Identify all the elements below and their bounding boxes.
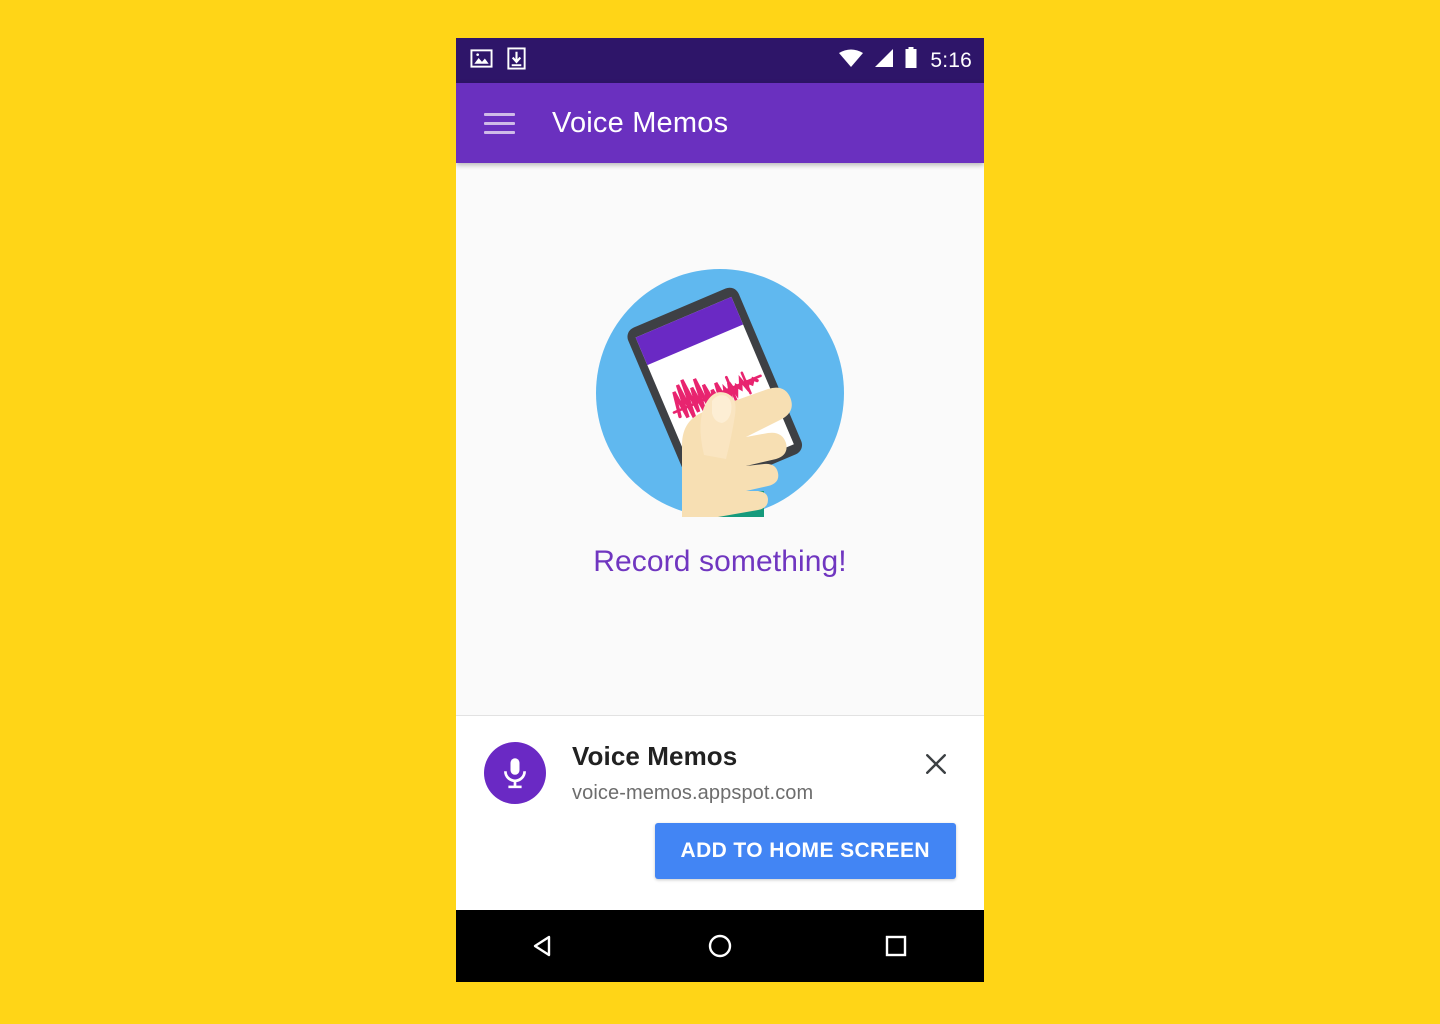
banner-app-name: Voice Memos — [572, 741, 738, 771]
banner-header-row: Voice Memos voice-memos.appspot.com — [484, 740, 958, 805]
add-to-home-screen-button[interactable]: ADD TO HOME SCREEN — [654, 822, 956, 879]
banner-app-url: voice-memos.appspot.com — [572, 781, 814, 804]
menu-line — [484, 130, 515, 134]
home-button[interactable] — [680, 916, 760, 976]
banner-text-block: Voice Memos voice-memos.appspot.com — [572, 740, 914, 805]
image-icon — [470, 47, 493, 75]
app-bar: Voice Memos — [456, 83, 984, 163]
status-bar: 5:16 — [456, 38, 984, 83]
cellular-signal-icon — [873, 48, 895, 73]
circle-icon — [708, 934, 732, 958]
microphone-icon — [484, 742, 546, 804]
empty-state-message: Record something! — [593, 545, 847, 578]
hand-holding-phone-recording-illustration — [596, 269, 844, 517]
banner-actions: ADD TO HOME SCREEN — [484, 822, 958, 879]
android-navigation-bar — [456, 910, 984, 982]
status-bar-clock: 5:16 — [930, 49, 972, 72]
menu-line — [484, 121, 515, 125]
status-bar-right-icons: 5:16 — [838, 47, 972, 74]
close-icon[interactable] — [914, 742, 958, 786]
hamburger-menu-icon[interactable] — [484, 103, 524, 143]
menu-line — [484, 112, 515, 116]
empty-state: Record something! — [593, 269, 847, 579]
back-button[interactable] — [504, 916, 584, 976]
battery-icon — [904, 47, 918, 74]
download-icon — [505, 46, 528, 75]
square-icon — [885, 935, 907, 957]
phone-screen: 5:16 Voice Memos Record something! Voice… — [456, 38, 984, 982]
add-to-home-screen-banner: Voice Memos voice-memos.appspot.com ADD … — [456, 716, 984, 910]
triangle-left-icon — [533, 935, 551, 957]
wifi-icon — [838, 48, 864, 73]
recents-button[interactable] — [856, 916, 936, 976]
status-bar-left-icons — [470, 46, 528, 75]
main-content: Record something! — [456, 163, 984, 716]
app-bar-title: Voice Memos — [552, 106, 729, 139]
